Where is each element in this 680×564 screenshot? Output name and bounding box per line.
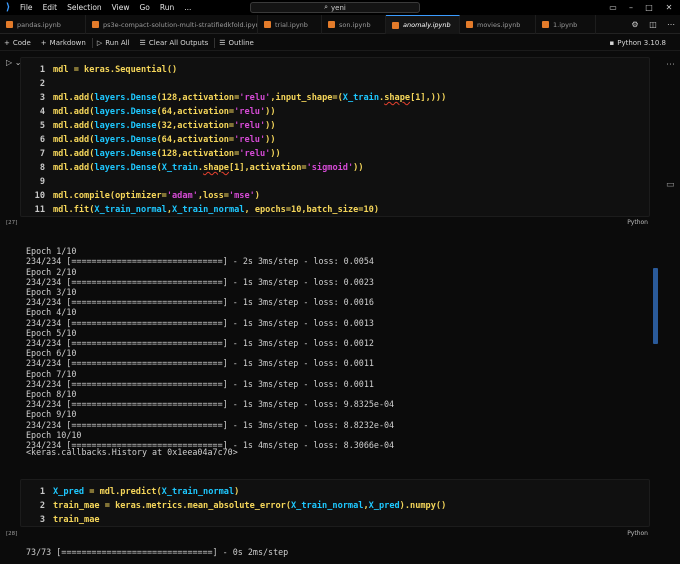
code-line: 6 mdl.add(layers.Dense(64,activation='rel… xyxy=(39,135,276,145)
layout-icon[interactable]: ▭ xyxy=(604,0,622,15)
add-markdown-button[interactable]: + Markdown xyxy=(37,35,92,51)
epoch-header: Epoch 2/10 xyxy=(26,266,77,277)
epoch-header: Epoch 9/10 xyxy=(26,409,77,420)
code-line: 11 mdl.fit(X_train_normal,X_train_normal,… xyxy=(34,205,379,215)
menu-selection[interactable]: Selection xyxy=(63,0,108,15)
epoch-progress: 234/234 [==============================]… xyxy=(26,358,374,369)
editor-tabs: pandas.ipynb ps3e-compact-solution-multi… xyxy=(0,15,680,34)
clear-outputs-button[interactable]: ☰ Clear All Outputs xyxy=(136,35,215,51)
activity-bar xyxy=(662,52,680,564)
epoch-progress: 234/234 [==============================]… xyxy=(26,297,374,308)
code-line: 3 mdl.add(layers.Dense(128,activation='re… xyxy=(39,93,447,103)
code-line: 1 mdl = keras.Sequential() xyxy=(39,65,178,75)
epoch-progress: 234/234 [==============================]… xyxy=(26,256,374,267)
code-line: 4 mdl.add(layers.Dense(64,activation='rel… xyxy=(39,107,276,117)
settings-gear-icon[interactable]: ⚙ xyxy=(626,17,644,32)
add-code-button[interactable]: + Code xyxy=(0,35,37,51)
split-editor-icon[interactable]: ◫ xyxy=(644,17,662,32)
notebook-file-icon xyxy=(542,21,549,28)
cell-output: 73/73 [==============================] -… xyxy=(26,547,289,557)
epoch-header: Epoch 1/10 xyxy=(26,246,77,257)
code-line: 2 train_mae = keras.metrics.mean_absolute… xyxy=(39,501,447,511)
code-line: 10 mdl.compile(optimizer='adam',loss='mse… xyxy=(34,191,260,201)
notebook-file-icon xyxy=(466,21,473,28)
cell-output: Epoch 1/10 234/234 [=====================… xyxy=(26,236,394,460)
play-icon: ▷ xyxy=(96,38,103,47)
epoch-progress: 234/234 [==============================]… xyxy=(26,399,395,410)
tab-ps3e[interactable]: ps3e-compact-solution-multi-stratifiedkf… xyxy=(86,15,258,34)
epoch-header: Epoch 4/10 xyxy=(26,307,77,318)
epoch-header: Epoch 10/10 xyxy=(26,429,82,440)
close-icon[interactable]: ✕ xyxy=(658,0,680,15)
epoch-header: Epoch 8/10 xyxy=(26,389,77,400)
notebook-file-icon xyxy=(264,21,271,28)
epoch-progress: 234/234 [==============================]… xyxy=(26,419,395,430)
outline-button[interactable]: ☰ Outline xyxy=(215,35,260,51)
outline-icon: ☰ xyxy=(219,38,226,47)
epoch-header: Epoch 6/10 xyxy=(26,348,77,359)
cell-language-label[interactable]: Python xyxy=(627,219,648,226)
epoch-progress: 234/234 [==============================]… xyxy=(26,378,374,389)
epoch-progress: 234/234 [==============================]… xyxy=(26,338,374,349)
code-line: 3 train_mae xyxy=(39,515,100,525)
epoch-header: Epoch 7/10 xyxy=(26,368,77,379)
code-line: 2 xyxy=(39,79,45,89)
code-line: 7 mdl.add(layers.Dense(128,activation='re… xyxy=(39,149,281,159)
more-icon[interactable]: ⋯ xyxy=(666,60,675,70)
scrollbar-thumb[interactable] xyxy=(653,268,658,344)
minimize-icon[interactable]: – xyxy=(622,0,640,15)
tab-1[interactable]: 1.ipynb xyxy=(536,15,596,34)
plus-icon: + xyxy=(40,38,47,47)
menu-go[interactable]: Go xyxy=(135,0,155,15)
plus-icon: + xyxy=(4,38,10,47)
code-line: 5 mdl.add(layers.Dense(32,activation='rel… xyxy=(39,121,276,131)
code-line: 1 X_pred = mdl.predict(X_train_normal) xyxy=(39,487,240,497)
notebook-file-icon xyxy=(392,21,399,29)
run-all-button[interactable]: ▷ Run All xyxy=(93,35,136,51)
more-actions-icon[interactable]: ⋯ xyxy=(662,17,680,32)
execution-count: [27] xyxy=(6,220,18,226)
menu-view[interactable]: View xyxy=(108,0,136,15)
menu-edit[interactable]: Edit xyxy=(39,0,64,15)
cell-result: <keras.callbacks.History at 0x1eea04a7c7… xyxy=(26,447,238,457)
tab-pandas[interactable]: pandas.ipynb xyxy=(0,15,86,34)
notebook-file-icon xyxy=(6,21,13,28)
menu-file[interactable]: File xyxy=(16,0,39,15)
kernel-icon: ▪ xyxy=(609,38,615,47)
command-center-search[interactable]: ⌕ yeni xyxy=(250,2,420,13)
maximize-icon[interactable]: □ xyxy=(640,0,658,15)
menu-more[interactable]: ... xyxy=(180,0,197,15)
notebook-toolbar: + Code + Markdown ▷ Run All ☰ Clear All Outp… xyxy=(0,35,680,51)
code-cell[interactable]: 1 mdl = keras.Sequential() 2 3 mdl.add(lay… xyxy=(20,57,650,217)
notebook-file-icon xyxy=(92,21,99,28)
search-icon: ⌕ xyxy=(324,3,329,11)
clear-icon: ☰ xyxy=(139,38,146,47)
menu-run[interactable]: Run xyxy=(156,0,180,15)
notebook-file-icon xyxy=(328,21,335,28)
tab-son[interactable]: son.ipynb xyxy=(322,15,386,34)
code-cell[interactable]: 1 X_pred = mdl.predict(X_train_normal) 2t… xyxy=(20,479,650,527)
cell-language-label[interactable]: Python xyxy=(627,530,648,537)
epoch-header: Epoch 3/10 xyxy=(26,287,77,298)
epoch-progress: 234/234 [==============================]… xyxy=(26,317,374,328)
panel-icon[interactable]: ▭ xyxy=(666,180,675,190)
code-line: 9 xyxy=(39,177,45,187)
tab-trial[interactable]: trial.ipynb xyxy=(258,15,322,34)
code-line: 8 mdl.add(layers.Dense(X_train.shape[1],a… xyxy=(39,163,364,173)
kernel-picker[interactable]: ▪ Python 3.10.8 xyxy=(609,39,680,47)
title-bar: ⟩ File Edit Selection View Go Run ... ⌕ … xyxy=(0,0,680,15)
epoch-header: Epoch 5/10 xyxy=(26,327,77,338)
search-text: yeni xyxy=(331,3,346,12)
epoch-progress: 234/234 [==============================]… xyxy=(26,276,374,287)
execution-count: [28] xyxy=(6,531,18,537)
vscode-logo-icon: ⟩ xyxy=(5,2,11,13)
tab-movies[interactable]: movies.ipynb xyxy=(460,15,536,34)
tab-anomaly[interactable]: anomaly.ipynb xyxy=(386,15,460,34)
